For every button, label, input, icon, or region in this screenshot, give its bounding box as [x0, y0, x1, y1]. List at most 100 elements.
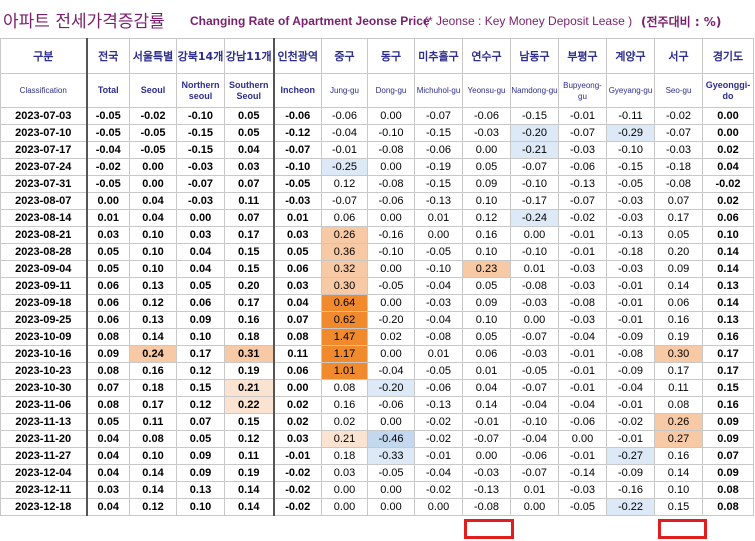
cell-dong-gu: 0.00 — [367, 294, 415, 312]
header-kr-8: 미추홀구 — [414, 38, 463, 74]
cell-seo-gu: 0.16 — [654, 311, 703, 329]
cell-total: 0.06 — [85, 294, 130, 312]
row-date: 2023-10-30 — [0, 379, 87, 397]
header-en-10: Namdong-gu — [510, 73, 559, 108]
cell-gyeonggi-do: 0.09 — [702, 464, 754, 482]
row-date: 2023-10-09 — [0, 328, 87, 346]
cell-gyeyang-gu: -0.04 — [606, 379, 655, 397]
cell-total: 0.04 — [85, 464, 130, 482]
cell-gyeyang-gu: -0.15 — [606, 158, 655, 176]
cell-gyeyang-gu: -0.02 — [606, 413, 655, 431]
row-date: 2023-11-20 — [0, 430, 87, 448]
cell-southern-seoul: 0.15 — [224, 413, 274, 431]
row-date: 2023-07-17 — [0, 141, 87, 159]
cell-incheon: -0.02 — [272, 464, 322, 482]
cell-seo-gu: 0.15 — [654, 498, 703, 516]
cell-michuhol-gu: -0.06 — [414, 141, 463, 159]
cell-incheon: -0.02 — [272, 481, 322, 499]
cell-jung-gu: 0.36 — [321, 243, 368, 261]
cell-incheon: -0.06 — [272, 107, 322, 125]
cell-gyeyang-gu: -0.10 — [606, 141, 655, 159]
cell-jung-gu: -0.06 — [321, 107, 368, 125]
cell-namdong-gu: -0.05 — [510, 362, 559, 380]
cell-bupyeong-gu: -0.03 — [558, 277, 607, 295]
cell-gyeonggi-do: 0.13 — [702, 311, 754, 329]
cell-gyeyang-gu: -0.22 — [606, 498, 655, 516]
cell-yeonsu-gu: 0.09 — [462, 294, 511, 312]
cell-seo-gu: -0.07 — [654, 124, 703, 142]
cell-seo-gu: 0.14 — [654, 277, 703, 295]
cell-northern-seoul: 0.13 — [176, 481, 225, 499]
cell-seo-gu: 0.16 — [654, 447, 703, 465]
cell-bupyeong-gu: -0.14 — [558, 464, 607, 482]
cell-seo-gu: 0.14 — [654, 464, 703, 482]
header-en-4: Southern Seoul — [224, 73, 274, 108]
cell-seoul: 0.16 — [129, 362, 177, 380]
cell-northern-seoul: 0.10 — [176, 328, 225, 346]
row-date: 2023-12-18 — [0, 498, 87, 516]
cell-yeonsu-gu: -0.07 — [462, 430, 511, 448]
cell-total: 0.01 — [85, 209, 130, 227]
cell-dong-gu: -0.04 — [367, 362, 415, 380]
cell-bupyeong-gu: -0.04 — [558, 396, 607, 414]
cell-gyeyang-gu: -0.16 — [606, 481, 655, 499]
cell-bupyeong-gu: -0.03 — [558, 481, 607, 499]
title-bar: 아파트 전세가격증감률 Changing Rate of Apartment J… — [0, 0, 755, 38]
cell-michuhol-gu: -0.04 — [414, 464, 463, 482]
header-en-3: Northern seoul — [176, 73, 225, 108]
cell-incheon: -0.12 — [272, 124, 322, 142]
cell-seo-gu: 0.26 — [654, 413, 703, 431]
cell-yeonsu-gu: -0.03 — [462, 124, 511, 142]
cell-seoul: -0.05 — [129, 141, 177, 159]
cell-seoul: 0.10 — [129, 447, 177, 465]
cell-dong-gu: 0.00 — [367, 481, 415, 499]
cell-gyeonggi-do: 0.14 — [702, 243, 754, 261]
cell-southern-seoul: 0.17 — [224, 226, 274, 244]
header-kr-12: 계양구 — [606, 38, 655, 74]
cell-gyeonggi-do: 0.09 — [702, 413, 754, 431]
cell-seoul: 0.12 — [129, 294, 177, 312]
cell-yeonsu-gu: 0.10 — [462, 243, 511, 261]
cell-yeonsu-gu: 0.05 — [462, 277, 511, 295]
cell-namdong-gu: -0.07 — [510, 379, 559, 397]
cell-bupyeong-gu: -0.06 — [558, 158, 607, 176]
cell-incheon: -0.01 — [272, 447, 322, 465]
cell-jung-gu: -0.01 — [321, 141, 368, 159]
cell-michuhol-gu: -0.05 — [414, 362, 463, 380]
cell-gyeonggi-do: 0.10 — [702, 226, 754, 244]
cell-gyeyang-gu: -0.09 — [606, 328, 655, 346]
cell-seo-gu: 0.08 — [654, 396, 703, 414]
cell-namdong-gu: -0.03 — [510, 345, 559, 363]
table-body: 2023-07-03 -0.05 -0.02 -0.10 0.05 -0.06 -0.06 0… — [0, 107, 754, 516]
cell-seoul: -0.02 — [129, 107, 177, 125]
cell-bupyeong-gu: -0.01 — [558, 362, 607, 380]
header-kr-7: 동구 — [367, 38, 415, 74]
cell-namdong-gu: 0.01 — [510, 481, 559, 499]
cell-yeonsu-gu: 0.14 — [462, 396, 511, 414]
cell-bupyeong-gu: -0.06 — [558, 413, 607, 431]
cell-incheon: 0.02 — [272, 396, 322, 414]
table-row: 2023-09-11 0.06 0.13 0.05 0.20 0.03 0.30 -0.05-… — [0, 277, 754, 295]
cell-gyeyang-gu: -0.01 — [606, 430, 655, 448]
cell-total: 0.03 — [85, 226, 130, 244]
cell-southern-seoul: 0.17 — [224, 294, 274, 312]
cell-incheon: -0.03 — [272, 192, 322, 210]
cell-jung-gu: 0.26 — [321, 226, 368, 244]
cell-southern-seoul: 0.03 — [224, 158, 274, 176]
cell-michuhol-gu: -0.03 — [414, 294, 463, 312]
cell-yeonsu-gu: 0.06 — [462, 345, 511, 363]
cell-yeonsu-gu: -0.13 — [462, 481, 511, 499]
cell-bupyeong-gu: -0.04 — [558, 328, 607, 346]
cell-total: 0.05 — [85, 243, 130, 261]
cell-total: 0.04 — [85, 498, 130, 516]
header-en-9: Yeonsu-gu — [462, 73, 511, 108]
row-date: 2023-10-23 — [0, 362, 87, 380]
cell-namdong-gu: 0.01 — [510, 260, 559, 278]
cell-seoul: 0.14 — [129, 464, 177, 482]
cell-gyeonggi-do: 0.00 — [702, 107, 754, 125]
cell-total: 0.06 — [85, 277, 130, 295]
cell-michuhol-gu: -0.01 — [414, 447, 463, 465]
cell-southern-seoul: 0.12 — [224, 430, 274, 448]
row-date: 2023-08-07 — [0, 192, 87, 210]
cell-northern-seoul: 0.05 — [176, 277, 225, 295]
